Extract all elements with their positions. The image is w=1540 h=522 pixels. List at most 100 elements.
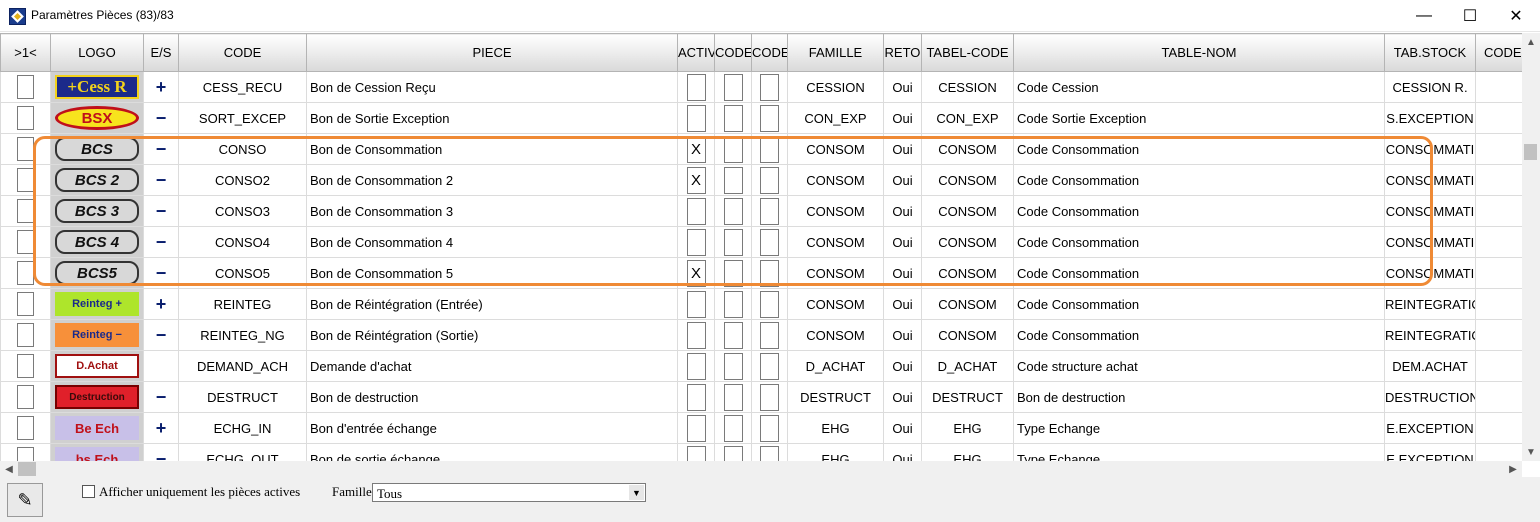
code-flag-cell[interactable] [751, 133, 788, 165]
row-select-checkbox[interactable] [17, 230, 34, 254]
chevron-down-icon[interactable]: ▼ [629, 485, 644, 500]
row-select-checkbox[interactable] [17, 75, 34, 99]
column-header[interactable]: ACTIV [677, 33, 715, 72]
row-select-checkbox[interactable] [17, 416, 34, 440]
table-row[interactable]: Reinteg + + REINTEG Bon de Réintégration (E… [0, 288, 1522, 320]
table-row[interactable]: D.Achat DEMAND_ACH Demande d'achat D_ACHAT O… [0, 350, 1522, 382]
code-flag-cell[interactable] [714, 257, 752, 289]
row-select-cell[interactable] [0, 443, 51, 461]
row-select-checkbox[interactable] [17, 137, 34, 161]
code-flag-checkbox[interactable] [760, 259, 779, 287]
table-row[interactable]: BSX − SORT_EXCEP Bon de Sortie Exception CON… [0, 102, 1522, 134]
activ-checkbox[interactable] [686, 321, 706, 349]
code-flag-cell[interactable] [714, 443, 752, 461]
code-flag-cell[interactable] [751, 412, 788, 444]
column-header[interactable]: CODE [714, 33, 752, 72]
row-select-cell[interactable] [0, 257, 51, 289]
code-flag-cell[interactable] [751, 443, 788, 461]
code-flag-checkbox[interactable] [760, 166, 779, 194]
activ-checkbox[interactable] [686, 104, 706, 132]
row-select-checkbox[interactable] [17, 447, 34, 461]
activ-cell[interactable] [677, 288, 715, 320]
column-header[interactable]: CODE-REG [1475, 33, 1522, 72]
column-header[interactable]: PIECE [306, 33, 678, 72]
activ-cell[interactable]: X [677, 257, 715, 289]
code-flag-cell[interactable] [714, 350, 752, 382]
code-flag-cell[interactable] [714, 102, 752, 134]
horizontal-scrollbar[interactable]: ◀ ▶ [0, 461, 1522, 477]
code-flag-checkbox[interactable] [760, 383, 779, 411]
activ-checkbox[interactable] [686, 445, 706, 461]
activ-cell[interactable] [677, 412, 715, 444]
table-row[interactable]: +Cess R + CESS_RECU Bon de Cession Reçu CESS… [0, 71, 1522, 103]
column-header[interactable]: E/S [143, 33, 179, 72]
column-header[interactable]: CODE [178, 33, 307, 72]
minimize-button[interactable]: — [1401, 0, 1447, 31]
activ-cell[interactable] [677, 350, 715, 382]
code-flag-cell[interactable] [714, 71, 752, 103]
maximize-button[interactable]: ☐ [1447, 0, 1493, 31]
row-select-cell[interactable] [0, 350, 51, 382]
code-flag-checkbox[interactable] [723, 73, 743, 101]
row-select-checkbox[interactable] [17, 385, 34, 409]
code-flag-checkbox[interactable] [760, 445, 779, 461]
code-flag-checkbox[interactable] [723, 414, 743, 442]
famille-select[interactable]: Tous ▼ [372, 483, 646, 502]
code-flag-cell[interactable] [714, 133, 752, 165]
code-flag-checkbox[interactable] [760, 290, 779, 318]
activ-cell[interactable]: X [677, 133, 715, 165]
code-flag-checkbox[interactable] [723, 290, 743, 318]
code-flag-cell[interactable] [751, 288, 788, 320]
column-header[interactable]: LOGO [50, 33, 144, 72]
scroll-up-icon[interactable]: ▲ [1522, 33, 1540, 51]
activ-cell[interactable] [677, 226, 715, 258]
column-header[interactable]: FAMILLE [787, 33, 884, 72]
code-flag-cell[interactable] [751, 257, 788, 289]
code-flag-checkbox[interactable] [723, 166, 743, 194]
activ-checkbox[interactable] [686, 228, 706, 256]
column-header[interactable]: RETO [883, 33, 922, 72]
row-select-cell[interactable] [0, 195, 51, 227]
activ-cell[interactable] [677, 381, 715, 413]
code-flag-checkbox[interactable] [723, 104, 743, 132]
row-select-cell[interactable] [0, 102, 51, 134]
row-select-checkbox[interactable] [17, 354, 34, 378]
code-flag-checkbox[interactable] [760, 73, 779, 101]
scroll-right-icon[interactable]: ▶ [1504, 460, 1522, 478]
code-flag-checkbox[interactable] [723, 135, 743, 163]
code-flag-cell[interactable] [751, 319, 788, 351]
code-flag-cell[interactable] [751, 381, 788, 413]
code-flag-cell[interactable] [714, 381, 752, 413]
activ-cell[interactable] [677, 102, 715, 134]
row-select-checkbox[interactable] [17, 106, 34, 130]
row-select-cell[interactable] [0, 71, 51, 103]
table-row[interactable]: bs Ech − ECHG_OUT Bon de sortie échange EHG O… [0, 443, 1522, 461]
table-row[interactable]: Be Ech + ECHG_IN Bon d'entrée échange EHG Oui… [0, 412, 1522, 444]
code-flag-checkbox[interactable] [760, 104, 779, 132]
code-flag-checkbox[interactable] [723, 321, 743, 349]
row-select-checkbox[interactable] [17, 261, 34, 285]
code-flag-checkbox[interactable] [760, 197, 779, 225]
code-flag-cell[interactable] [751, 102, 788, 134]
code-flag-checkbox[interactable] [723, 228, 743, 256]
code-flag-checkbox[interactable] [723, 197, 743, 225]
row-select-cell[interactable] [0, 164, 51, 196]
activ-cell[interactable]: X [677, 164, 715, 196]
column-header[interactable]: TAB.STOCK [1384, 33, 1476, 72]
close-button[interactable]: ✕ [1493, 0, 1539, 31]
activ-checkbox[interactable]: X [686, 259, 706, 287]
row-select-checkbox[interactable] [17, 168, 34, 192]
table-row[interactable]: BCS 2− CONSO2 Bon de Consommation 2 X CONSOM… [0, 164, 1522, 196]
code-flag-cell[interactable] [714, 412, 752, 444]
activ-checkbox[interactable]: X [686, 135, 706, 163]
table-row[interactable]: BCS 3− CONSO3 Bon de Consommation 3 CONSOM O… [0, 195, 1522, 227]
row-select-cell[interactable] [0, 133, 51, 165]
code-flag-cell[interactable] [751, 164, 788, 196]
scroll-down-icon[interactable]: ▼ [1522, 443, 1540, 461]
activ-checkbox[interactable] [686, 352, 706, 380]
code-flag-cell[interactable] [714, 288, 752, 320]
activ-checkbox[interactable] [686, 383, 706, 411]
activ-cell[interactable] [677, 319, 715, 351]
activ-checkbox[interactable] [686, 197, 706, 225]
row-select-cell[interactable] [0, 226, 51, 258]
